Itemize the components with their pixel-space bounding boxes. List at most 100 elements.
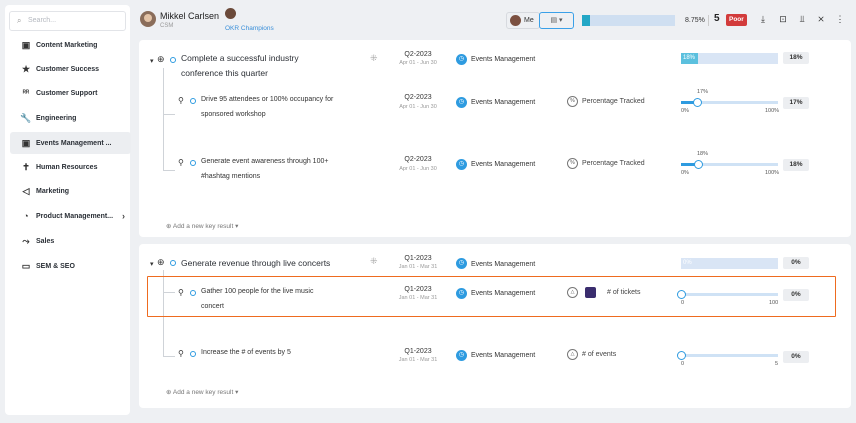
kr-title-line1: Increase the # of events by 5 <box>201 349 291 356</box>
sidebar-item-label: Product Management... <box>36 212 114 220</box>
slider-handle[interactable] <box>677 351 686 360</box>
metric-icon: △ <box>567 349 578 360</box>
plus-circle-icon: ⊕ <box>166 389 172 396</box>
sidebar-item-sales[interactable]: ⤳ Sales <box>10 230 131 252</box>
slider-max: 5 <box>775 361 779 367</box>
clipboard-icon: ▤ <box>550 17 558 24</box>
target-icon: ⊕ <box>157 257 165 267</box>
sidebar-item-human-resources[interactable]: ✝ Human Resources <box>10 156 131 178</box>
download-icon[interactable]: ⤓ <box>757 14 769 25</box>
team-icon: ◷ <box>456 97 467 108</box>
objective-progress-label: 0% <box>683 260 692 266</box>
star-icon: ★ <box>21 63 31 74</box>
slider-min: 0% <box>681 108 689 114</box>
team-icon: ◷ <box>456 54 467 65</box>
tree-line <box>163 114 175 115</box>
team-label[interactable]: Events Management <box>471 161 535 168</box>
calendar-icon: ▣ <box>21 39 31 50</box>
current-value: 17% <box>697 89 709 95</box>
quarter: Q1-2023 <box>404 348 432 355</box>
metric-type: Percentage Tracked <box>582 98 645 105</box>
key-result-icon: ⚲ <box>178 96 184 105</box>
sidebar-item-events-management[interactable]: ▣ Events Management ... <box>10 132 131 154</box>
status-dot <box>190 98 196 104</box>
presentation-icon[interactable]: ⊡ <box>777 14 789 25</box>
sidebar-item-label: SEM & SEO <box>36 262 75 270</box>
kr-title-line2: sponsored workshop <box>201 111 266 118</box>
add-key-result-button[interactable]: ⊕ Add a new key result ▾ <box>166 222 238 230</box>
me-filter-button[interactable]: Me <box>506 12 540 29</box>
sidebar-item-label: Events Management ... <box>36 139 112 147</box>
objective-progress-bar: 18% <box>681 53 778 64</box>
hierarchy-icon[interactable]: ⫫ <box>796 14 808 25</box>
sidebar-item-label: Content Marketing <box>36 41 98 49</box>
team-label[interactable]: Events Management <box>471 261 535 268</box>
team-name[interactable]: OKR Champions <box>225 25 274 32</box>
team-label[interactable]: Events Management <box>471 352 535 359</box>
owner-name[interactable]: Mikkel Carlsen <box>160 11 219 21</box>
progress-slider[interactable] <box>677 351 778 360</box>
score-value: 5 <box>714 13 720 24</box>
slider-handle[interactable] <box>693 98 703 107</box>
sidebar-item-content-marketing[interactable]: ▣ Content Marketing <box>10 34 131 56</box>
slider-max: 100% <box>765 108 780 114</box>
objective-card: ▾ ⊕ Generate revenue through live concer… <box>139 244 851 408</box>
add-kr-label: Add a new key result <box>172 223 234 230</box>
more-icon[interactable]: ⋮ <box>834 14 846 25</box>
progress-slider[interactable] <box>681 160 778 169</box>
overall-progress-label: 8.75% <box>685 17 705 24</box>
team-label[interactable]: Events Management <box>471 99 535 106</box>
team-label[interactable]: Events Management <box>471 56 535 63</box>
metric-type: Percentage Tracked <box>582 160 645 167</box>
objective-card: ▾ ⊕ Complete a successful industry confer… <box>139 40 851 237</box>
sidebar-item-label: Human Resources <box>36 163 98 171</box>
sidebar-item-product-management[interactable]: ◔ Product Management... › <box>10 205 131 227</box>
objective-title-line2: conference this quarter <box>181 68 268 78</box>
sidebar-item-label: Sales <box>36 237 55 245</box>
avatar[interactable] <box>140 11 156 27</box>
chevron-down-icon: ▾ <box>235 389 239 396</box>
key-result-title[interactable]: Increase the # of events by 5 <box>201 345 291 360</box>
sidebar-item-customer-success[interactable]: ★ Customer Success <box>10 58 131 80</box>
key-result-title[interactable]: Drive 95 attendees or 100% occupancy for… <box>201 92 333 122</box>
overall-progress-fill <box>582 15 591 26</box>
sidebar-item-customer-support[interactable]: ᴿᴿ Customer Support <box>10 82 131 104</box>
header: Mikkel Carlsen CSM OKR Champions Me ▤ ▾ … <box>138 5 850 35</box>
quarter-dates: Jan 01 - Mar 31 <box>398 357 438 363</box>
sidebar-item-engineering[interactable]: 🔧 Engineering <box>10 107 131 129</box>
ai-wand-icon[interactable]: ⁜ <box>370 256 378 267</box>
chevron-down-icon[interactable]: ▾ <box>150 57 154 65</box>
progress-slider[interactable] <box>681 98 778 107</box>
add-key-result-button[interactable]: ⊕ Add a new key result ▾ <box>166 388 238 396</box>
quarter: Q1-2023 <box>404 255 432 262</box>
status-dot <box>170 57 176 63</box>
objective-title[interactable]: Complete a successful industry conference… <box>181 51 299 81</box>
sidebar: ⌕ Search... ▣ Content Marketing ★ Customer… <box>5 5 131 415</box>
tree-line <box>163 356 175 357</box>
me-label: Me <box>524 17 534 24</box>
chart-line-icon: ⤳ <box>22 235 30 246</box>
key-result-title[interactable]: Generate event awareness through 100+ #ha… <box>201 154 328 184</box>
ai-wand-icon[interactable]: ⁜ <box>370 53 378 64</box>
objective-title-line1: Generate revenue through live concerts <box>181 258 331 268</box>
chevron-right-icon[interactable]: › <box>122 211 125 221</box>
search-input[interactable]: ⌕ Search... <box>9 11 126 31</box>
collapse-icon[interactable]: ⨯ <box>815 14 827 25</box>
overall-progress-bar <box>582 15 675 26</box>
team-icon: ◷ <box>456 350 467 361</box>
sidebar-item-marketing[interactable]: ◁ Marketing <box>10 180 131 202</box>
gauge-icon: ◔ <box>23 211 29 221</box>
objective-title[interactable]: Generate revenue through live concerts <box>181 256 330 271</box>
sidebar-item-sem-seo[interactable]: ▭ SEM & SEO <box>10 255 131 277</box>
team-avatar <box>225 8 236 19</box>
sidebar-item-label: Customer Success <box>36 65 100 73</box>
monitor-icon: ▭ <box>21 260 31 271</box>
view-mode-dropdown[interactable]: ▤ ▾ <box>539 12 574 29</box>
key-result-icon: ⚲ <box>178 349 184 358</box>
chevron-down-icon[interactable]: ▾ <box>150 260 154 268</box>
quarter-dates: Apr 01 - Jun 30 <box>399 60 437 66</box>
kr-title-line2: #hashtag mentions <box>201 173 261 180</box>
slider-handle[interactable] <box>694 160 704 169</box>
status-dot <box>190 160 196 166</box>
current-value: 18% <box>697 151 709 157</box>
